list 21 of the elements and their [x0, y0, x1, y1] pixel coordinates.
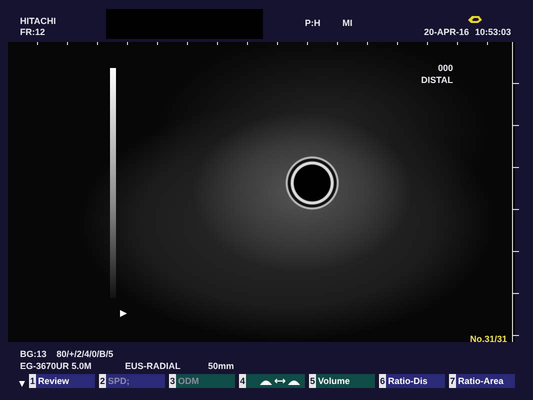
date-label: 20-APR-16 [424, 27, 469, 38]
position-label: DISTAL [421, 74, 453, 86]
frame-rate: FR:12 [20, 27, 46, 38]
softkey[interactable]: 4 [239, 374, 305, 388]
info-text: 50mm [208, 360, 234, 372]
softkey[interactable]: 5 Volume [309, 374, 375, 388]
info-text: BG:13 [20, 348, 47, 360]
softkey[interactable]: 7 Ratio-Area [449, 374, 515, 388]
softkey[interactable]: 1 Review [29, 374, 95, 388]
probe-mode: P:H [304, 18, 320, 28]
info-text: 80/+/2/4/0/B/5 [56, 348, 114, 360]
info-text: EG-3670UR 5.0M [20, 360, 93, 372]
info-text: EUS-RADIAL [125, 360, 182, 372]
brand-label: HITACHI [20, 16, 56, 27]
down-arrow-icon [19, 381, 25, 387]
time-label: 10:53:03 [474, 27, 511, 38]
softkey[interactable]: 6 Ratio-Dis [379, 374, 445, 388]
focus-marker-icon [120, 310, 127, 317]
image-number: No.31/31 [470, 334, 507, 344]
frame-counter: 000 [438, 62, 453, 74]
mi-label: MI [342, 18, 352, 28]
